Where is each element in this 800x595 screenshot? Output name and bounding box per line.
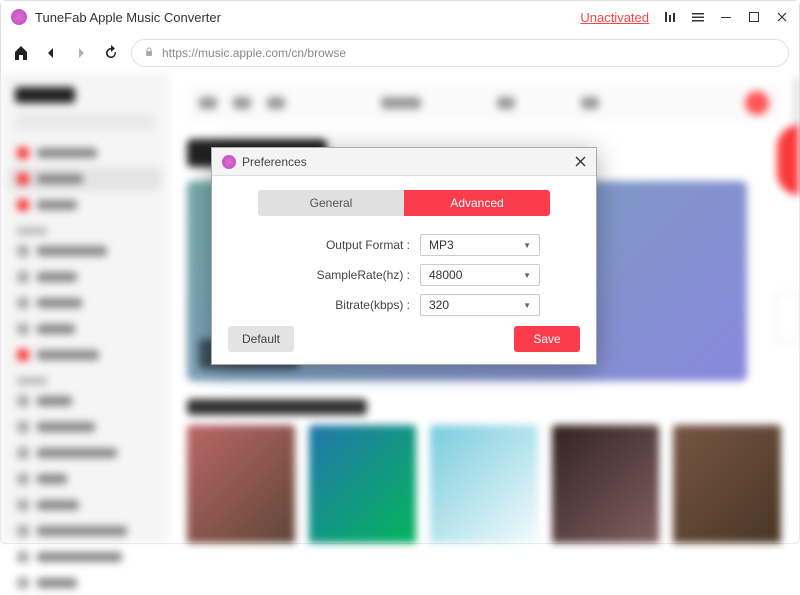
lock-icon: [144, 47, 154, 60]
select-output-format[interactable]: MP3 ▼: [420, 234, 540, 256]
minimize-icon[interactable]: [719, 10, 733, 24]
select-bitrate[interactable]: 320 ▼: [420, 294, 540, 316]
tabs: General Advanced: [258, 190, 550, 216]
select-bitrate-value: 320: [429, 298, 449, 312]
dialog-header: Preferences: [212, 148, 596, 176]
back-button[interactable]: [41, 43, 61, 63]
label-output-format: Output Format :: [326, 238, 410, 252]
url-bar[interactable]: https://music.apple.com/cn/browse: [131, 39, 789, 67]
dialog-title: Preferences: [242, 155, 307, 169]
unactivated-link[interactable]: Unactivated: [580, 10, 649, 25]
equalizer-icon[interactable]: [663, 10, 677, 24]
maximize-icon[interactable]: [747, 10, 761, 24]
menu-icon[interactable]: [691, 10, 705, 24]
dialog-footer: Default Save: [228, 326, 580, 352]
toolbar: https://music.apple.com/cn/browse: [1, 33, 799, 73]
row-sample-rate: SampleRate(hz) : 48000 ▼: [228, 264, 580, 286]
chevron-down-icon: ▼: [523, 271, 531, 280]
chevron-down-icon: ▼: [523, 241, 531, 250]
dialog-body: General Advanced Output Format : MP3 ▼ S…: [212, 176, 596, 364]
titlebar-left: TuneFab Apple Music Converter: [11, 9, 221, 25]
app-title: TuneFab Apple Music Converter: [35, 10, 221, 25]
select-sample-rate-value: 48000: [429, 268, 462, 282]
row-output-format: Output Format : MP3 ▼: [228, 234, 580, 256]
reload-button[interactable]: [101, 43, 121, 63]
close-icon[interactable]: [775, 10, 789, 24]
titlebar-right: Unactivated: [580, 10, 789, 25]
tab-advanced[interactable]: Advanced: [404, 190, 550, 216]
chevron-down-icon: ▼: [523, 301, 531, 310]
titlebar: TuneFab Apple Music Converter Unactivate…: [1, 1, 799, 33]
dialog-close-button[interactable]: [575, 154, 586, 170]
home-button[interactable]: [11, 43, 31, 63]
label-sample-rate: SampleRate(hz) :: [317, 268, 410, 282]
dialog-app-icon: [222, 155, 236, 169]
select-sample-rate[interactable]: 48000 ▼: [420, 264, 540, 286]
app-icon: [11, 9, 27, 25]
default-button[interactable]: Default: [228, 326, 294, 352]
url-text: https://music.apple.com/cn/browse: [162, 46, 346, 60]
row-bitrate: Bitrate(kbps) : 320 ▼: [228, 294, 580, 316]
label-bitrate: Bitrate(kbps) :: [335, 298, 410, 312]
tab-general[interactable]: General: [258, 190, 404, 216]
preferences-dialog: Preferences General Advanced Output Form…: [211, 147, 597, 365]
sidebar: [1, 73, 169, 543]
select-output-format-value: MP3: [429, 238, 454, 252]
save-button[interactable]: Save: [514, 326, 580, 352]
forward-button[interactable]: [71, 43, 91, 63]
